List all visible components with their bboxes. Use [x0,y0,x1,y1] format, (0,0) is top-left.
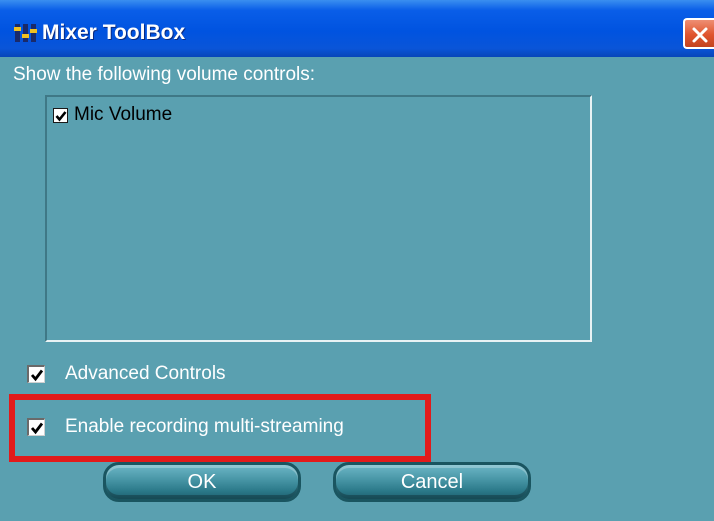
advanced-controls-label: Advanced Controls [65,363,226,384]
advanced-controls-option[interactable]: Advanced Controls [27,362,226,386]
window-title: Mixer ToolBox [42,21,186,44]
mic-volume-checkbox[interactable] [53,107,68,123]
highlight-annotation-box [9,394,431,462]
close-button[interactable] [683,18,714,49]
advanced-controls-checkbox[interactable] [27,365,45,383]
ok-button[interactable]: OK [103,462,301,502]
checkmark-icon [55,110,67,122]
volume-controls-prompt: Show the following volume controls: [13,64,316,85]
checkmark-icon [30,369,44,382]
list-item-mic-volume[interactable]: Mic Volume [53,103,172,127]
title-bar[interactable]: Mixer ToolBox [0,0,714,57]
mic-volume-label: Mic Volume [74,104,173,125]
mixer-app-icon [14,21,38,45]
cancel-button[interactable]: Cancel [333,462,531,502]
volume-controls-list[interactable]: Mic Volume [45,95,592,342]
mixer-toolbox-window: Mixer ToolBox Show the following volume … [0,0,714,521]
close-icon [692,27,708,43]
